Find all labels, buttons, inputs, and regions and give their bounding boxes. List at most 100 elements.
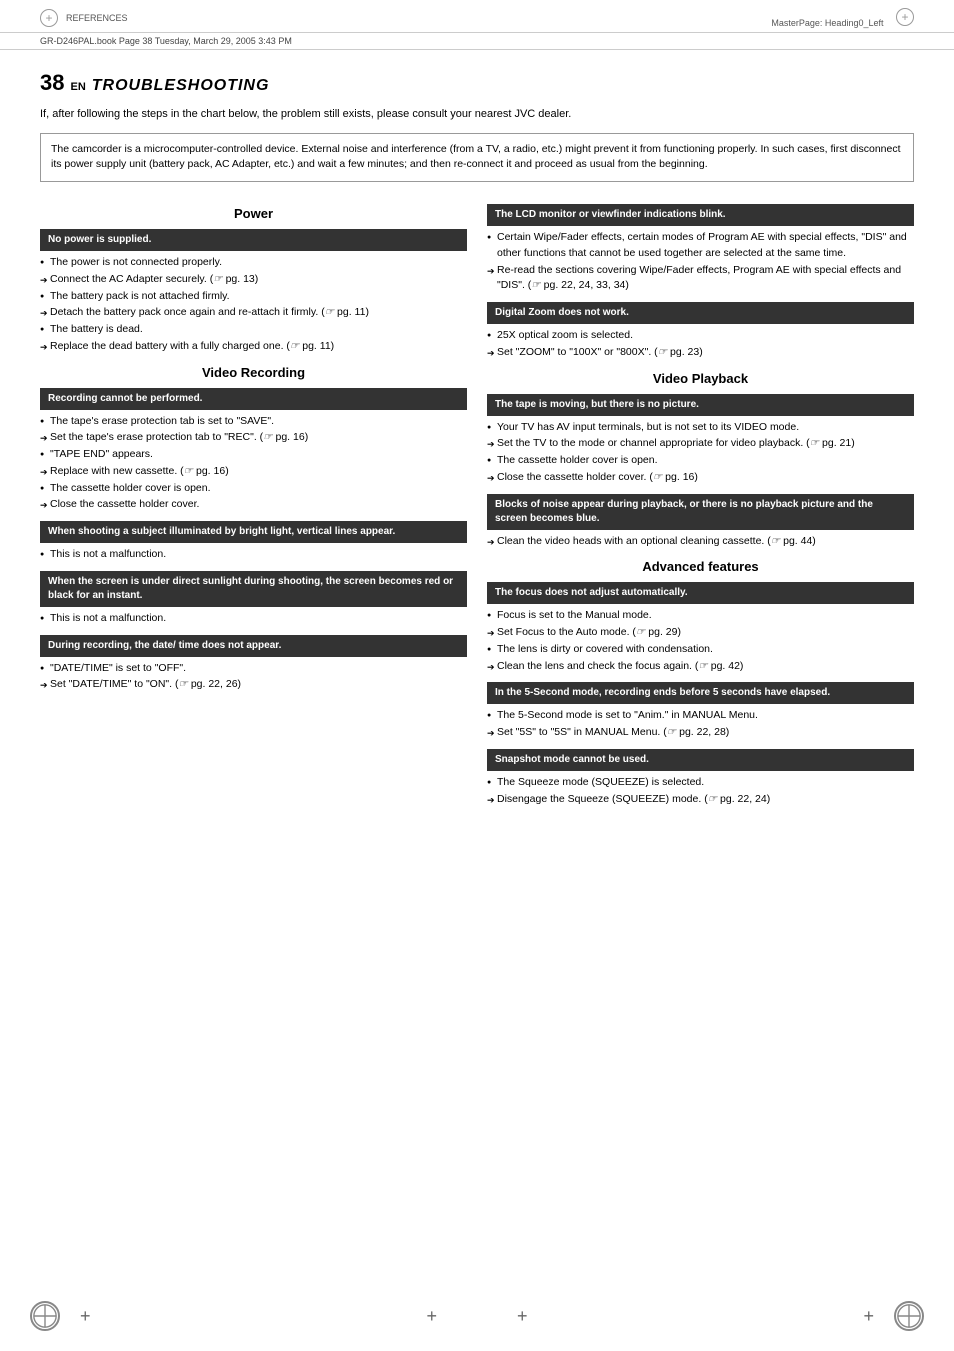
bottom-right-marks: +: [863, 1301, 924, 1331]
list-item: This is not a malfunction.: [40, 547, 467, 563]
list-item: Set Focus to the Auto mode. (☞ pg. 29): [487, 625, 914, 641]
list-item: This is not a malfunction.: [40, 611, 467, 627]
list-item: Close the cassette holder cover.: [40, 497, 467, 513]
warning-text: The camcorder is a microcomputer-control…: [51, 143, 901, 171]
tape-moving-list: Your TV has AV input terminals, but is n…: [487, 420, 914, 486]
list-item: Replace with new cassette. (☞ pg. 16): [40, 464, 467, 480]
digital-zoom-header: Digital Zoom does not work.: [487, 302, 914, 324]
bottom-right-crosshair: +: [863, 1306, 874, 1327]
list-item: Set the TV to the mode or channel approp…: [487, 436, 914, 452]
list-item: The battery pack is not attached firmly.: [40, 289, 467, 305]
item-text: The tape's erase protection tab is set t…: [50, 415, 274, 427]
main-content: 38 EN TROUBLESHOOTING If, after followin…: [0, 50, 954, 841]
top-bar-left: REFERENCES: [40, 9, 128, 27]
bottom-marks: + + + +: [0, 1301, 954, 1331]
list-item: "TAPE END" appears.: [40, 447, 467, 463]
item-text: Focus is set to the Manual mode.: [497, 609, 652, 621]
blocks-noise-header: Blocks of noise appear during playback, …: [487, 494, 914, 530]
col-left: Power No power is supplied. The power is…: [40, 196, 467, 811]
item-text: Close the cassette holder cover.: [50, 498, 199, 510]
item-text: Set the TV to the mode or channel approp…: [497, 437, 855, 449]
list-item: Re-read the sections covering Wipe/Fader…: [487, 263, 914, 295]
list-item: Certain Wipe/Fader effects, certain mode…: [487, 230, 914, 262]
subtitle-text: GR-D246PAL.book Page 38 Tuesday, March 2…: [40, 36, 292, 46]
item-text: The battery pack is not attached firmly.: [50, 290, 230, 302]
focus-header: The focus does not adjust automatically.: [487, 582, 914, 604]
col-right: The LCD monitor or viewfinder indication…: [487, 196, 914, 811]
lcd-blink-header: The LCD monitor or viewfinder indication…: [487, 204, 914, 226]
intro-text: If, after following the steps in the cha…: [40, 106, 914, 123]
item-text: Set Focus to the Auto mode. (☞ pg. 29): [497, 626, 681, 638]
list-item: Clean the lens and check the focus again…: [487, 659, 914, 675]
lcd-blink-list: Certain Wipe/Fader effects, certain mode…: [487, 230, 914, 294]
list-item: The 5-Second mode is set to "Anim." in M…: [487, 708, 914, 724]
references-label: REFERENCES: [66, 13, 128, 23]
bottom-left-marks: +: [30, 1301, 91, 1331]
masterpage-label: MasterPage: Heading0_Left: [771, 18, 883, 28]
item-text: "TAPE END" appears.: [50, 448, 153, 460]
item-text: Re-read the sections covering Wipe/Fader…: [497, 264, 901, 292]
list-item: The lens is dirty or covered with conden…: [487, 642, 914, 658]
bright-light-header: When shooting a subject illuminated by b…: [40, 521, 467, 543]
warning-box: The camcorder is a microcomputer-control…: [40, 133, 914, 183]
list-item: The tape's erase protection tab is set t…: [40, 414, 467, 430]
item-text: This is not a malfunction.: [50, 548, 166, 560]
item-text: Set the tape's erase protection tab to "…: [50, 431, 308, 443]
page-title: TROUBLESHOOTING: [92, 77, 270, 95]
item-text: 25X optical zoom is selected.: [497, 329, 633, 341]
video-playback-header: Video Playback: [487, 371, 914, 386]
list-item: "DATE/TIME" is set to "OFF".: [40, 661, 467, 677]
item-text: Set "ZOOM" to "100X" or "800X". (☞ pg. 2…: [497, 346, 703, 358]
item-text: Your TV has AV input terminals, but is n…: [497, 421, 799, 433]
list-item: The power is not connected properly.: [40, 255, 467, 271]
item-text: Set "5S" to "5S" in MANUAL Menu. (☞ pg. …: [497, 726, 729, 738]
item-text: Replace with new cassette. (☞ pg. 16): [50, 465, 229, 477]
bottom-center-marks: + +: [426, 1306, 527, 1327]
item-text: Connect the AC Adapter securely. (☞ pg. …: [50, 273, 258, 285]
snapshot-header: Snapshot mode cannot be used.: [487, 749, 914, 771]
video-recording-header: Video Recording: [40, 365, 467, 380]
no-power-list: The power is not connected properly. Con…: [40, 255, 467, 355]
item-text: Set "DATE/TIME" to "ON". (☞ pg. 22, 26): [50, 678, 241, 690]
item-text: The lens is dirty or covered with conden…: [497, 643, 713, 655]
list-item: Close the cassette holder cover. (☞ pg. …: [487, 470, 914, 486]
top-left-corner-mark: [40, 9, 58, 27]
advanced-features-header: Advanced features: [487, 559, 914, 574]
item-text: This is not a malfunction.: [50, 612, 166, 624]
date-time-list: "DATE/TIME" is set to "OFF". Set "DATE/T…: [40, 661, 467, 694]
list-item: The cassette holder cover is open.: [487, 453, 914, 469]
list-item: Replace the dead battery with a fully ch…: [40, 339, 467, 355]
direct-sunlight-list: This is not a malfunction.: [40, 611, 467, 627]
top-bar: REFERENCES MasterPage: Heading0_Left: [0, 0, 954, 33]
date-time-header: During recording, the date/ time does no…: [40, 635, 467, 657]
recording-cannot-list: The tape's erase protection tab is set t…: [40, 414, 467, 514]
list-item: Set the tape's erase protection tab to "…: [40, 430, 467, 446]
list-item: The battery is dead.: [40, 322, 467, 338]
list-item: 25X optical zoom is selected.: [487, 328, 914, 344]
list-item: Clean the video heads with an optional c…: [487, 534, 914, 550]
list-item: Your TV has AV input terminals, but is n…: [487, 420, 914, 436]
page-en-label: EN: [70, 81, 85, 93]
list-item: Connect the AC Adapter securely. (☞ pg. …: [40, 272, 467, 288]
subtitle-bar: GR-D246PAL.book Page 38 Tuesday, March 2…: [0, 33, 954, 50]
list-item: Set "DATE/TIME" to "ON". (☞ pg. 22, 26): [40, 677, 467, 693]
item-text: Certain Wipe/Fader effects, certain mode…: [497, 231, 907, 259]
item-text: The 5-Second mode is set to "Anim." in M…: [497, 709, 758, 721]
page-number: 38: [40, 70, 64, 96]
page-container: REFERENCES MasterPage: Heading0_Left GR-…: [0, 0, 954, 1351]
item-text: The battery is dead.: [50, 323, 143, 335]
list-item: Focus is set to the Manual mode.: [487, 608, 914, 624]
bottom-left-circle: [30, 1301, 60, 1331]
bottom-left-crosshair: +: [80, 1306, 91, 1327]
item-text: The Squeeze mode (SQUEEZE) is selected.: [497, 776, 704, 788]
page-heading: 38 EN TROUBLESHOOTING: [40, 70, 914, 96]
list-item: Set "ZOOM" to "100X" or "800X". (☞ pg. 2…: [487, 345, 914, 361]
focus-list: Focus is set to the Manual mode. Set Foc…: [487, 608, 914, 674]
bottom-center-crosshair-left: +: [426, 1306, 437, 1327]
item-text: The power is not connected properly.: [50, 256, 222, 268]
power-section-header: Power: [40, 206, 467, 221]
five-second-list: The 5-Second mode is set to "Anim." in M…: [487, 708, 914, 741]
item-text: "DATE/TIME" is set to "OFF".: [50, 662, 186, 674]
blocks-noise-list: Clean the video heads with an optional c…: [487, 534, 914, 550]
five-second-header: In the 5-Second mode, recording ends bef…: [487, 682, 914, 704]
